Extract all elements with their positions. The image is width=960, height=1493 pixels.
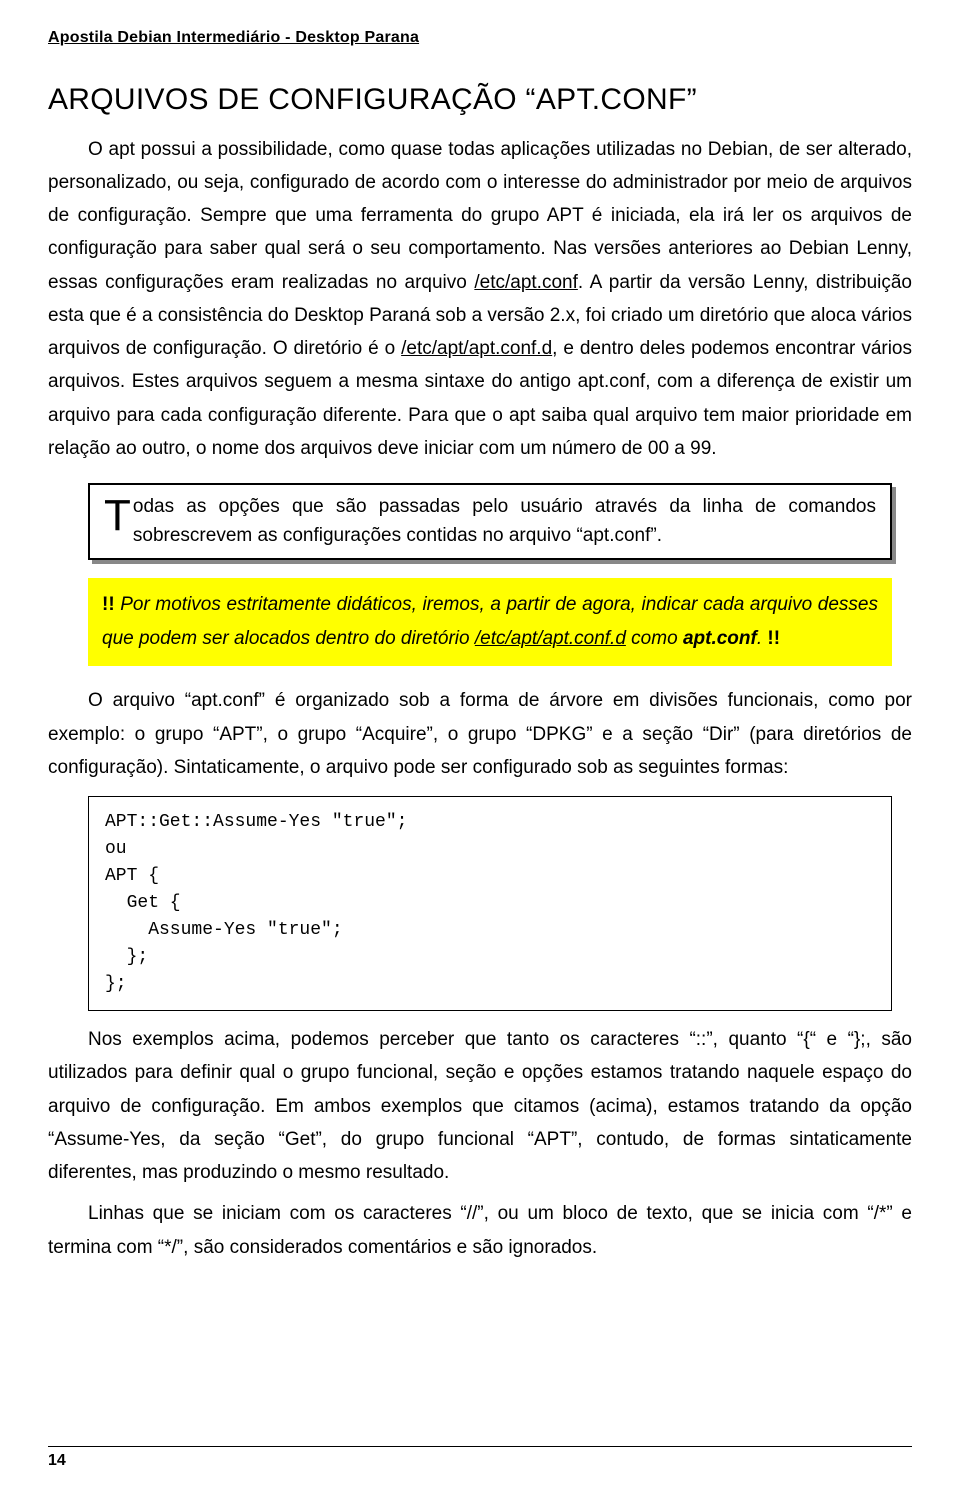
p1-text-a: O apt possui a possibilidade, como quase… (48, 139, 912, 293)
paragraph-2: O arquivo “apt.conf” é organizado sob a … (48, 684, 912, 784)
highlight-box: !! Por motivos estritamente didáticos, i… (88, 578, 892, 666)
callout-box: T odas as opções que são passadas pelo u… (88, 483, 892, 560)
callout-text: odas as opções que são passadas pelo usu… (133, 496, 876, 546)
bang-open: !! (102, 594, 115, 615)
hl-bold: apt.conf (683, 628, 757, 649)
bang-close: !! (767, 628, 780, 649)
page-number: 14 (48, 1447, 66, 1475)
paragraph-4: Linhas que se iniciam com os caracteres … (48, 1197, 912, 1264)
paragraph-3: Nos exemplos acima, podemos perceber que… (48, 1023, 912, 1189)
path-etc-apt-conf: /etc/apt.conf (474, 272, 578, 293)
running-header: Apostila Debian Intermediário - Desktop … (48, 24, 912, 52)
dropcap: T (104, 493, 133, 535)
page: Apostila Debian Intermediário - Desktop … (0, 0, 960, 1493)
paragraph-1: O apt possui a possibilidade, como quase… (48, 133, 912, 466)
section-title: ARQUIVOS DE CONFIGURAÇÃO “APT.CONF” (48, 74, 912, 127)
hl-text-c: . (757, 628, 768, 649)
hl-path: /etc/apt/apt.conf.d (475, 628, 626, 649)
hl-text-b: como (626, 628, 683, 649)
path-etc-apt-apt-conf-d: /etc/apt/apt.conf.d (401, 338, 552, 359)
footer-rule (48, 1446, 912, 1447)
code-block: APT::Get::Assume-Yes "true"; ou APT { Ge… (88, 796, 892, 1011)
